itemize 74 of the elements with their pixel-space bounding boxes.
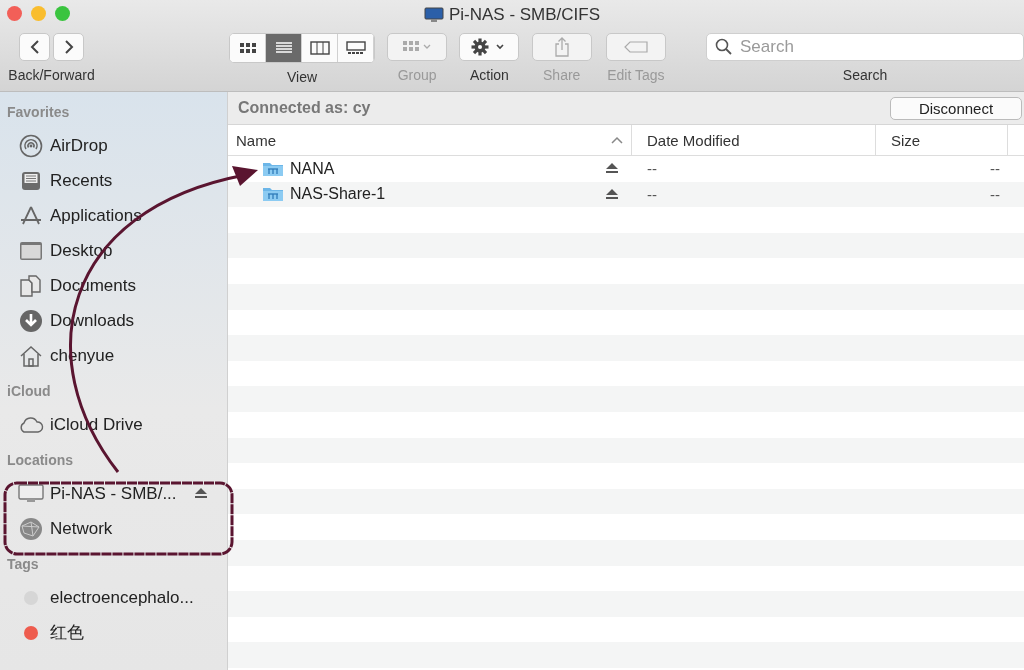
sidebar-item[interactable]: 红色	[0, 615, 227, 650]
column-header[interactable]: Name	[228, 125, 632, 155]
view-switcher[interactable]	[229, 33, 376, 63]
desktop-icon	[19, 240, 43, 261]
sidebar-item[interactable]: electroencephalo...	[0, 580, 227, 615]
download-icon	[19, 308, 43, 333]
size-cell: --	[990, 160, 1000, 178]
sidebar-heading: Locations	[6, 451, 75, 470]
view-mode-button[interactable]	[266, 34, 303, 62]
gallery-icon	[345, 41, 366, 55]
airdrop-icon	[19, 133, 43, 158]
sidebar-item-label: electroencephalo...	[50, 587, 194, 608]
size-cell: --	[990, 185, 1000, 203]
sidebar-item-label: Pi-NAS - SMB/...	[50, 483, 177, 504]
view-mode-button[interactable]	[302, 34, 339, 62]
sidebar-item[interactable]: Pi-NAS - SMB/...	[0, 476, 227, 511]
shared-folder-icon	[262, 186, 284, 203]
sidebar-item-label: AirDrop	[50, 135, 108, 156]
disconnect-button[interactable]: Disconnect	[890, 96, 1022, 120]
tray-icon	[20, 169, 42, 192]
eject-icon[interactable]	[606, 188, 618, 200]
toolbar-label: Search	[842, 67, 888, 83]
columns-icon	[309, 41, 330, 55]
connection-label: Connected as: cy	[238, 99, 371, 117]
shared-folder-icon	[262, 160, 284, 177]
sidebar-item[interactable]: AirDrop	[0, 128, 227, 163]
sidebar-item[interactable]: Applications	[0, 198, 227, 233]
globe-icon	[19, 516, 43, 541]
sidebar-item-label: Recents	[50, 170, 113, 191]
forward-button[interactable]	[53, 33, 84, 61]
house-icon	[19, 343, 43, 368]
view-mode-button[interactable]	[230, 34, 267, 62]
toolbar-label: Group	[397, 67, 437, 83]
eject-icon[interactable]	[606, 163, 618, 175]
list-icon	[274, 42, 293, 54]
sidebar-item-label: Applications	[50, 205, 142, 226]
monitor-icon	[423, 7, 444, 23]
view-mode-button[interactable]	[338, 34, 375, 62]
file-name: NAS-Share-1	[290, 185, 386, 204]
grid-icon	[238, 42, 257, 54]
sidebar-heading: iCloud	[6, 382, 52, 401]
sidebar-item[interactable]: Recents	[0, 163, 227, 198]
column-header[interactable]: Date Modified	[632, 125, 876, 155]
date-cell: --	[647, 160, 657, 178]
back-button[interactable]	[19, 33, 50, 61]
sidebar-heading: Favorites	[6, 103, 71, 122]
sidebar-item-label: 红色	[50, 622, 84, 644]
tag-icon	[623, 41, 648, 53]
window-title: Pi-NAS - SMB/CIFS	[448, 5, 601, 25]
close-button[interactable]	[7, 6, 22, 21]
action-button[interactable]	[459, 33, 520, 61]
file-row[interactable]: NAS-Share-1 -- --	[228, 181, 1024, 208]
toolbar-label: Share	[543, 67, 581, 83]
cloud-icon	[18, 415, 44, 434]
search-field[interactable]: Search	[706, 33, 1024, 61]
date-cell: --	[647, 185, 657, 203]
sort-caret-icon	[611, 136, 623, 144]
eject-icon[interactable]	[194, 488, 207, 499]
sidebar-item-label: Network	[50, 518, 113, 539]
chevron-right-icon	[63, 39, 74, 55]
grid-icon	[402, 40, 433, 54]
toolbar-label: Back/Forward	[8, 67, 95, 83]
sidebar-item[interactable]: Network	[0, 511, 227, 546]
sidebar-heading: Tags	[6, 555, 40, 574]
file-name: NANA	[290, 159, 335, 178]
share-icon	[553, 37, 570, 57]
toolbar-label: View	[287, 69, 318, 85]
toolbar-label: Edit Tags	[607, 67, 665, 83]
documents-icon	[19, 273, 43, 298]
file-row[interactable]: NANA -- --	[228, 156, 1024, 182]
toolbar-label: Action	[470, 67, 509, 83]
column-header[interactable]: Size	[876, 125, 1008, 155]
chevron-left-icon	[29, 39, 40, 55]
search-icon	[715, 38, 733, 56]
